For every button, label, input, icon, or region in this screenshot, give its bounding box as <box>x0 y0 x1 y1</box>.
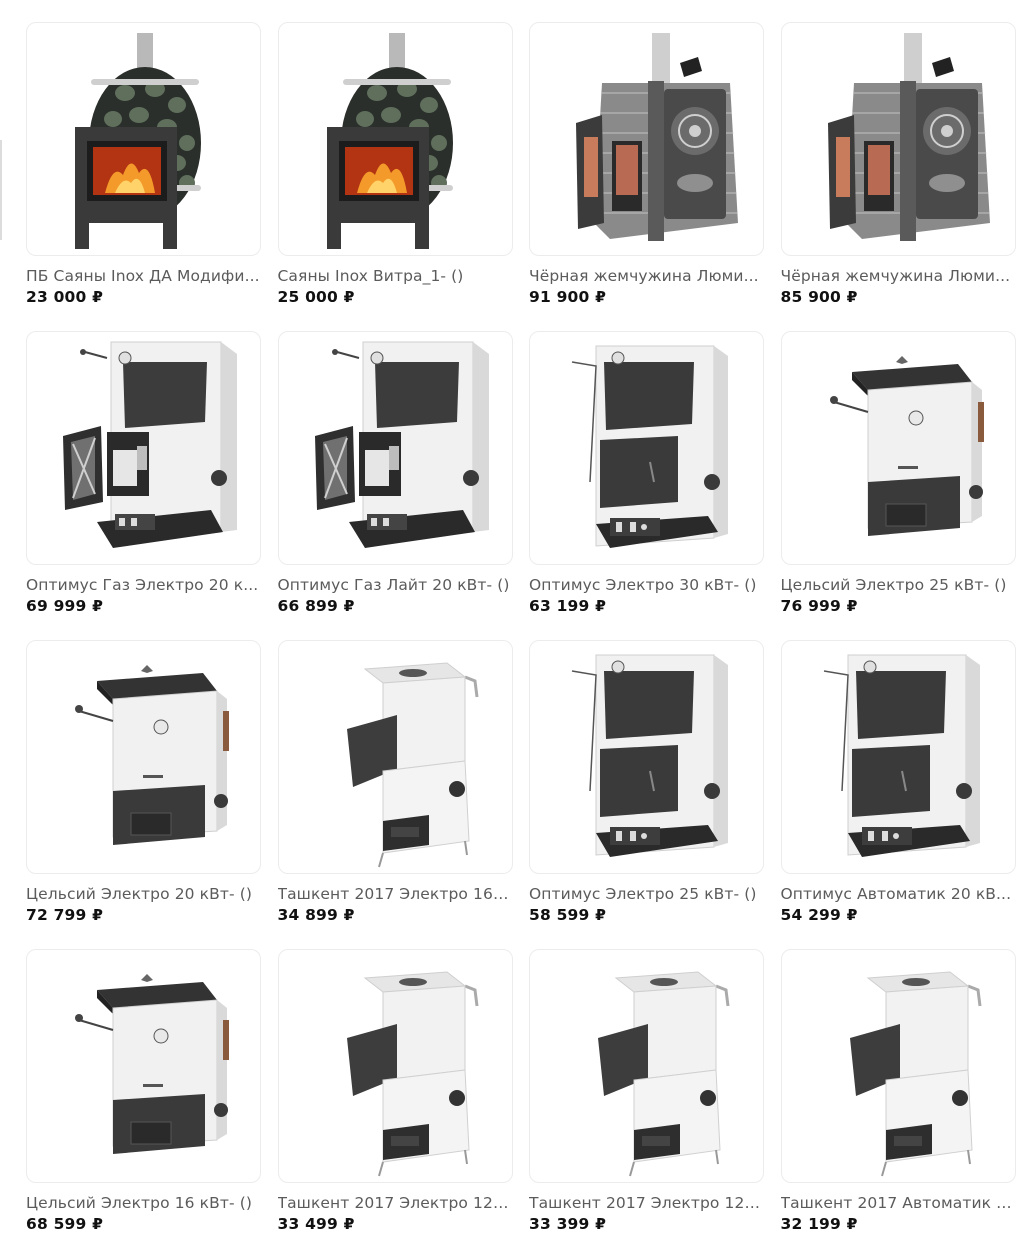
product-image[interactable] <box>277 949 513 1183</box>
product-image[interactable] <box>529 22 764 256</box>
product-card[interactable]: Ташкент 2017 Автоматик 1... 32 199 ₽ <box>780 949 1016 1258</box>
product-price: 68 599 ₽ <box>26 1215 104 1233</box>
product-price: 63 199 ₽ <box>529 597 607 615</box>
product-name[interactable]: Чёрная жемчужина Люми... <box>781 266 1016 286</box>
product-image[interactable] <box>780 22 1016 256</box>
product-card[interactable]: Оптимус Электро 25 кВт- () 58 599 ₽ <box>529 640 764 949</box>
product-name[interactable]: Ташкент 2017 Электро 12 ... <box>529 1193 764 1213</box>
product-price: 72 799 ₽ <box>26 906 104 924</box>
product-price: 23 000 ₽ <box>26 288 104 306</box>
product-price: 54 299 ₽ <box>780 906 858 924</box>
product-image[interactable] <box>780 331 1016 565</box>
product-grid: ПБ Саяны Inox ДА Модифи... 23 000 ₽ Саяны… <box>26 22 1016 1258</box>
product-name[interactable]: Цельсий Электро 25 кВт- () <box>781 575 1016 595</box>
product-price: 32 199 ₽ <box>780 1215 858 1233</box>
product-card[interactable]: Оптимус Автоматик 20 кВ... 54 299 ₽ <box>780 640 1016 949</box>
product-name[interactable]: Ташкент 2017 Электро 16 ... <box>278 884 513 904</box>
product-price: 76 999 ₽ <box>780 597 858 615</box>
product-image[interactable] <box>277 640 513 874</box>
product-image[interactable] <box>26 22 261 256</box>
product-name[interactable]: Оптимус Электро 30 кВт- () <box>529 575 764 595</box>
product-image[interactable] <box>529 331 764 565</box>
product-card[interactable]: Цельсий Электро 16 кВт- () 68 599 ₽ <box>26 949 261 1258</box>
product-card[interactable]: Ташкент 2017 Электро 16 ... 34 899 ₽ <box>277 640 513 949</box>
product-name[interactable]: Цельсий Электро 16 кВт- () <box>26 1193 261 1213</box>
product-card[interactable]: Ташкент 2017 Электро 12 ... 33 499 ₽ <box>277 949 513 1258</box>
product-name[interactable]: Оптимус Автоматик 20 кВ... <box>781 884 1016 904</box>
product-card[interactable]: Цельсий Электро 25 кВт- () 76 999 ₽ <box>780 331 1016 640</box>
product-card[interactable]: Ташкент 2017 Электро 12 ... 33 399 ₽ <box>529 949 764 1258</box>
product-name[interactable]: Оптимус Электро 25 кВт- () <box>529 884 764 904</box>
product-name[interactable]: Оптимус Газ Лайт 20 кВт- () <box>278 575 513 595</box>
product-name[interactable]: Ташкент 2017 Автоматик 1... <box>781 1193 1016 1213</box>
product-card[interactable]: Оптимус Газ Электро 20 к... 69 999 ₽ <box>26 331 261 640</box>
product-name[interactable]: Цельсий Электро 20 кВт- () <box>26 884 261 904</box>
product-image[interactable] <box>26 331 261 565</box>
product-card[interactable]: Саяны Inox Витра_1- () 25 000 ₽ <box>277 22 513 331</box>
product-image[interactable] <box>26 949 261 1183</box>
previous-column-edge <box>0 140 2 240</box>
product-price: 69 999 ₽ <box>26 597 104 615</box>
product-price: 33 399 ₽ <box>529 1215 607 1233</box>
product-image[interactable] <box>529 640 764 874</box>
product-card[interactable]: Цельсий Электро 20 кВт- () 72 799 ₽ <box>26 640 261 949</box>
product-card[interactable]: ПБ Саяны Inox ДА Модифи... 23 000 ₽ <box>26 22 261 331</box>
product-image[interactable] <box>26 640 261 874</box>
product-name[interactable]: ПБ Саяны Inox ДА Модифи... <box>26 266 261 286</box>
product-price: 66 899 ₽ <box>277 597 355 615</box>
product-price: 33 499 ₽ <box>277 1215 355 1233</box>
product-card[interactable]: Оптимус Электро 30 кВт- () 63 199 ₽ <box>529 331 764 640</box>
product-name[interactable]: Чёрная жемчужина Люми... <box>529 266 764 286</box>
product-price: 58 599 ₽ <box>529 906 607 924</box>
product-name[interactable]: Оптимус Газ Электро 20 к... <box>26 575 261 595</box>
product-image[interactable] <box>529 949 764 1183</box>
product-name[interactable]: Саяны Inox Витра_1- () <box>278 266 513 286</box>
product-price: 85 900 ₽ <box>780 288 858 306</box>
product-image[interactable] <box>277 22 513 256</box>
product-image[interactable] <box>780 949 1016 1183</box>
product-price: 25 000 ₽ <box>277 288 355 306</box>
product-image[interactable] <box>277 331 513 565</box>
product-image[interactable] <box>780 640 1016 874</box>
product-price: 91 900 ₽ <box>529 288 607 306</box>
product-price: 34 899 ₽ <box>277 906 355 924</box>
product-name[interactable]: Ташкент 2017 Электро 12 ... <box>278 1193 513 1213</box>
product-card[interactable]: Оптимус Газ Лайт 20 кВт- () 66 899 ₽ <box>277 331 513 640</box>
product-card[interactable]: Чёрная жемчужина Люми... 91 900 ₽ <box>529 22 764 331</box>
product-card[interactable]: Чёрная жемчужина Люми... 85 900 ₽ <box>780 22 1016 331</box>
